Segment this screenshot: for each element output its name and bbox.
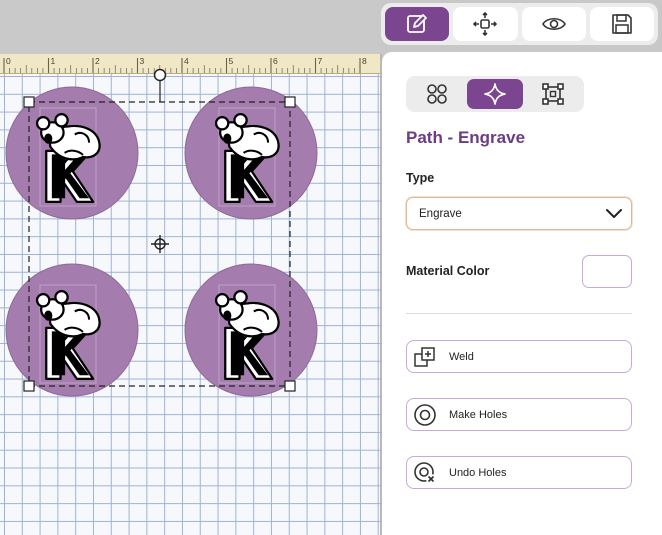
rotate-handle[interactable] bbox=[153, 68, 167, 82]
design-tile-2[interactable] bbox=[184, 86, 318, 220]
weld-icon bbox=[414, 346, 435, 367]
edit-mode-button[interactable] bbox=[385, 7, 450, 41]
bounding-box-icon bbox=[542, 83, 564, 105]
arrange-mode-button[interactable] bbox=[453, 7, 518, 41]
tab-transform[interactable] bbox=[525, 79, 581, 109]
four-circles-icon bbox=[427, 84, 447, 104]
divider bbox=[406, 313, 632, 314]
center-crosshair-icon[interactable] bbox=[151, 235, 169, 253]
properties-panel: Path - Engrave Type Engrave Material Col… bbox=[382, 52, 662, 535]
save-disk-icon bbox=[612, 14, 632, 34]
design-tile-4[interactable] bbox=[184, 263, 318, 397]
type-dropdown-value: Engrave bbox=[419, 207, 462, 220]
design-tile-3[interactable] bbox=[5, 263, 139, 397]
weld-button[interactable]: Weld bbox=[406, 340, 632, 373]
resize-handle-bottom-right[interactable] bbox=[284, 380, 296, 392]
undo-holes-button[interactable]: Undo Holes bbox=[406, 456, 632, 489]
tab-effects[interactable] bbox=[467, 79, 523, 109]
pencil-square-icon bbox=[407, 14, 428, 33]
sparkle-icon bbox=[484, 83, 506, 105]
resize-handle-top-right[interactable] bbox=[284, 96, 296, 108]
move-arrows-icon bbox=[473, 12, 498, 36]
design-layer[interactable] bbox=[0, 0, 382, 535]
tab-shapes[interactable] bbox=[409, 79, 465, 109]
design-canvas[interactable]: 012345678 bbox=[0, 0, 382, 535]
material-color-label: Material Color bbox=[406, 264, 490, 278]
chevron-down-icon bbox=[606, 208, 622, 218]
material-color-swatch[interactable] bbox=[582, 255, 632, 288]
type-dropdown[interactable]: Engrave bbox=[406, 197, 632, 230]
top-toolbar bbox=[381, 3, 658, 45]
make-holes-icon bbox=[414, 403, 436, 426]
panel-subtabs bbox=[406, 76, 584, 112]
make-holes-button-label: Make Holes bbox=[449, 408, 508, 421]
undo-holes-icon bbox=[414, 461, 436, 484]
preview-mode-button[interactable] bbox=[521, 7, 586, 41]
resize-handle-top-left[interactable] bbox=[23, 96, 35, 108]
save-mode-button[interactable] bbox=[589, 7, 654, 41]
undo-holes-button-label: Undo Holes bbox=[449, 466, 507, 479]
eye-icon bbox=[541, 17, 566, 31]
resize-handle-bottom-left[interactable] bbox=[23, 380, 35, 392]
weld-button-label: Weld bbox=[449, 350, 474, 363]
make-holes-button[interactable]: Make Holes bbox=[406, 398, 632, 431]
panel-title: Path - Engrave bbox=[406, 128, 526, 147]
type-label: Type bbox=[406, 171, 435, 185]
